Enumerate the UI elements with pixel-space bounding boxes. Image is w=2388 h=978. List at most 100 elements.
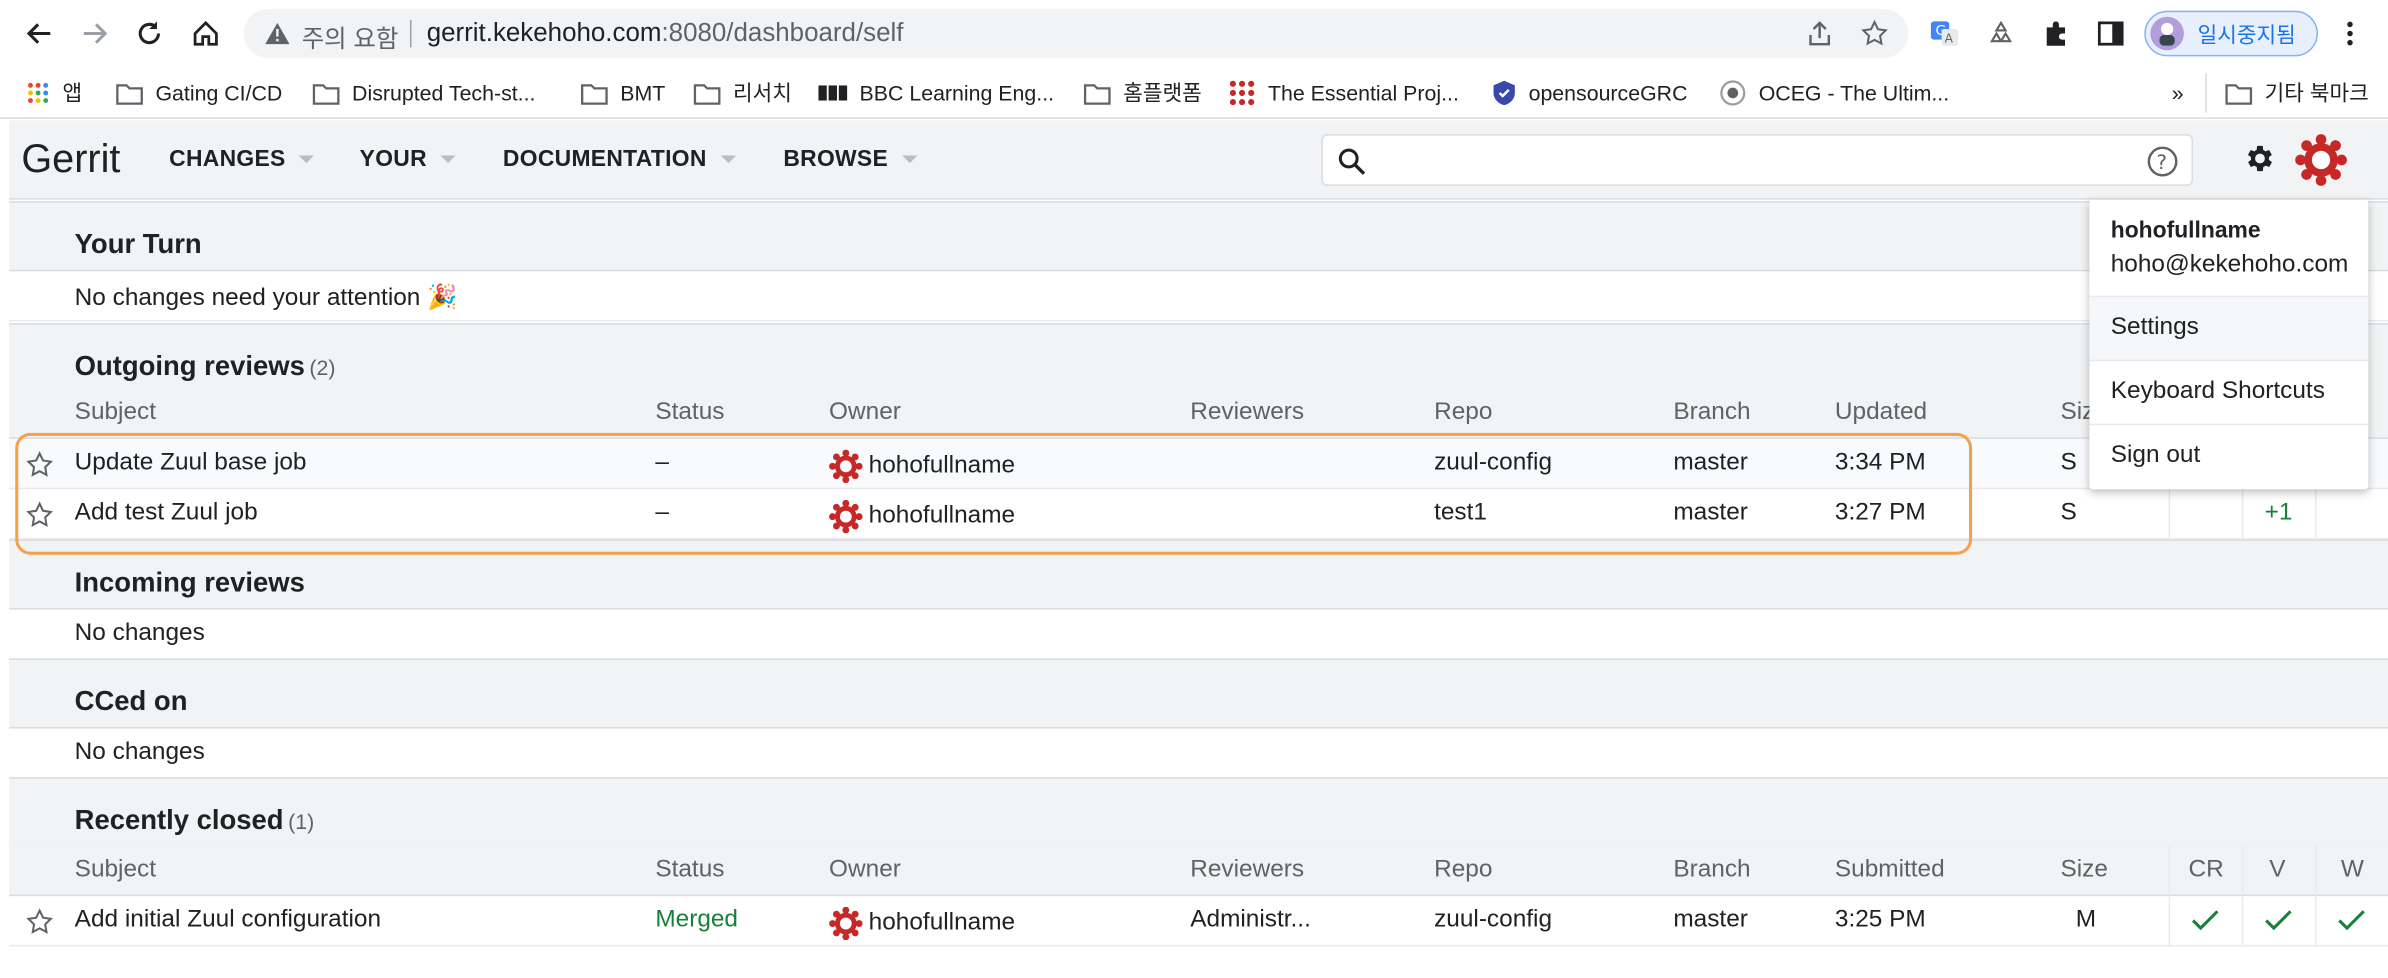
- change-repo[interactable]: zuul-config: [1434, 450, 1552, 477]
- change-repo[interactable]: zuul-config: [1434, 907, 1552, 934]
- account-avatar-icon[interactable]: [2295, 134, 2347, 186]
- col-workflow[interactable]: W: [2341, 856, 2364, 883]
- verified-check-icon: [2265, 910, 2292, 931]
- column-divider: [2314, 845, 2317, 897]
- col-subject[interactable]: Subject: [75, 399, 156, 426]
- col-branch[interactable]: Branch: [1673, 399, 1750, 426]
- star-icon[interactable]: [24, 450, 54, 480]
- owner-avatar-icon: [829, 499, 863, 534]
- bookmark-label: 리서치: [733, 80, 792, 106]
- change-subject-link[interactable]: Add test Zuul job: [75, 500, 258, 527]
- folder-icon: [312, 82, 340, 105]
- help-icon[interactable]: ?: [2146, 145, 2180, 179]
- change-reviewers[interactable]: Administr...: [1190, 907, 1311, 934]
- change-repo[interactable]: test1: [1434, 500, 1487, 527]
- change-subject-link[interactable]: Update Zuul base job: [75, 450, 307, 477]
- col-status[interactable]: Status: [655, 399, 724, 426]
- col-repo[interactable]: Repo: [1434, 856, 1492, 883]
- section-title: Your Turn: [74, 228, 202, 260]
- menu-item-label: Sign out: [2110, 441, 2201, 468]
- star-icon[interactable]: [24, 500, 54, 530]
- nav-documentation[interactable]: DOCUMENTATION: [503, 146, 736, 172]
- bookmark-oceg[interactable]: OCEG - The Ultim...: [1719, 78, 1949, 108]
- section-title: CCed on: [74, 685, 188, 717]
- translate-icon[interactable]: GA: [1926, 15, 1963, 52]
- col-subject[interactable]: Subject: [75, 856, 156, 883]
- change-updated: 3:34 PM: [1834, 449, 1926, 476]
- change-owner[interactable]: hohofullname: [829, 499, 1015, 534]
- column-divider: [2241, 489, 2244, 540]
- bookmark-opensourcegrc[interactable]: opensourceGRC: [1492, 78, 1687, 108]
- reload-button[interactable]: [128, 12, 171, 55]
- forward-button[interactable]: [73, 12, 116, 55]
- bookmark-folder[interactable]: Disrupted Tech-st...: [312, 78, 535, 108]
- col-updated[interactable]: Updated: [1835, 399, 1927, 426]
- column-divider: [2314, 896, 2317, 947]
- change-submitted: 3:25 PM: [1834, 906, 1926, 933]
- table-row[interactable]: Add test Zuul job – hohofullname test1 m…: [9, 489, 2388, 540]
- bookmark-bbc[interactable]: BBC Learning Eng...: [818, 78, 1054, 108]
- bookmarks-overflow[interactable]: »: [2172, 78, 2184, 108]
- bookmark-folder[interactable]: BMT: [581, 78, 665, 108]
- change-branch[interactable]: master: [1673, 450, 1748, 477]
- caret-down-icon: [299, 155, 315, 164]
- url-path: :8080/dashboard/self: [661, 18, 904, 48]
- col-branch[interactable]: Branch: [1673, 856, 1750, 883]
- col-reviewers[interactable]: Reviewers: [1190, 856, 1304, 883]
- nav-your[interactable]: YOUR: [360, 146, 456, 172]
- account-menu: hohofullname hoho@kekehoho.com Settings …: [2089, 199, 2369, 490]
- recycle-extension-icon[interactable]: [1983, 15, 2020, 52]
- section-count: (1): [288, 809, 315, 834]
- profile-button[interactable]: 일시중지됨: [2144, 10, 2319, 57]
- change-owner[interactable]: hohofullname: [829, 449, 1015, 484]
- col-size[interactable]: Size: [2060, 856, 2107, 883]
- nav-browse[interactable]: BROWSE: [783, 146, 917, 172]
- menu-item-keyboard-shortcuts[interactable]: Keyboard Shortcuts: [2089, 361, 2369, 426]
- bookmark-apps[interactable]: 앱: [26, 78, 82, 108]
- search-input[interactable]: ?: [1321, 134, 2194, 186]
- bookmark-folder[interactable]: 홈플랫폼: [1083, 78, 1202, 108]
- home-button[interactable]: [184, 12, 227, 55]
- bookmark-folder[interactable]: 리서치: [693, 78, 792, 108]
- col-owner[interactable]: Owner: [829, 856, 901, 883]
- kebab-menu-icon[interactable]: [2332, 15, 2369, 52]
- change-owner[interactable]: hohofullname: [829, 906, 1015, 941]
- screen: 주의 요함 gerrit.kekehoho.com:8080/dashboard…: [0, 0, 2388, 978]
- change-subject-link[interactable]: Add initial Zuul configuration: [75, 907, 381, 934]
- settings-gear-icon[interactable]: [2242, 142, 2276, 176]
- col-reviewers[interactable]: Reviewers: [1190, 399, 1304, 426]
- bookmark-star-icon[interactable]: [1856, 15, 1893, 52]
- folder-icon: [1083, 82, 1111, 105]
- gerrit-logo[interactable]: Gerrit: [21, 136, 120, 183]
- col-code-review[interactable]: CR: [2188, 856, 2223, 883]
- address-bar[interactable]: 주의 요함 gerrit.kekehoho.com:8080/dashboard…: [243, 9, 1909, 58]
- table-row[interactable]: Update Zuul base job – hohofullname zuul…: [9, 438, 2388, 490]
- share-icon[interactable]: [1801, 15, 1838, 52]
- shield-icon: [1492, 79, 1516, 106]
- bookmarks-bar: 앱 Gating CI/CD Disrupted Tech-st... BMT …: [0, 67, 2388, 119]
- side-panel-icon[interactable]: [2092, 15, 2129, 52]
- caret-down-icon: [720, 155, 736, 164]
- change-size: S: [2060, 449, 2077, 476]
- menu-item-sign-out[interactable]: Sign out: [2089, 425, 2368, 489]
- col-owner[interactable]: Owner: [829, 399, 901, 426]
- nav-changes[interactable]: CHANGES: [169, 146, 315, 172]
- menu-item-settings[interactable]: Settings: [2089, 297, 2369, 362]
- extensions-puzzle-icon[interactable]: [2038, 15, 2075, 52]
- change-branch[interactable]: master: [1673, 500, 1748, 527]
- other-bookmarks[interactable]: 기타 북마크: [2225, 78, 2369, 108]
- col-verified[interactable]: V: [2269, 856, 2285, 883]
- col-submitted[interactable]: Submitted: [1835, 856, 1945, 883]
- star-icon[interactable]: [24, 907, 54, 937]
- change-branch[interactable]: master: [1673, 907, 1748, 934]
- bookmark-essential[interactable]: The Essential Proj...: [1228, 78, 1459, 108]
- bookmark-label: Gating CI/CD: [155, 80, 283, 106]
- account-name: hohofullname: [2110, 217, 2261, 244]
- col-repo[interactable]: Repo: [1434, 399, 1492, 426]
- section-count: (2): [309, 355, 336, 380]
- back-button[interactable]: [18, 12, 61, 55]
- table-row[interactable]: Add initial Zuul configuration Merged ho…: [9, 896, 2388, 947]
- change-status: Merged: [655, 906, 738, 933]
- bookmark-folder[interactable]: Gating CI/CD: [116, 78, 282, 108]
- col-status[interactable]: Status: [655, 856, 724, 883]
